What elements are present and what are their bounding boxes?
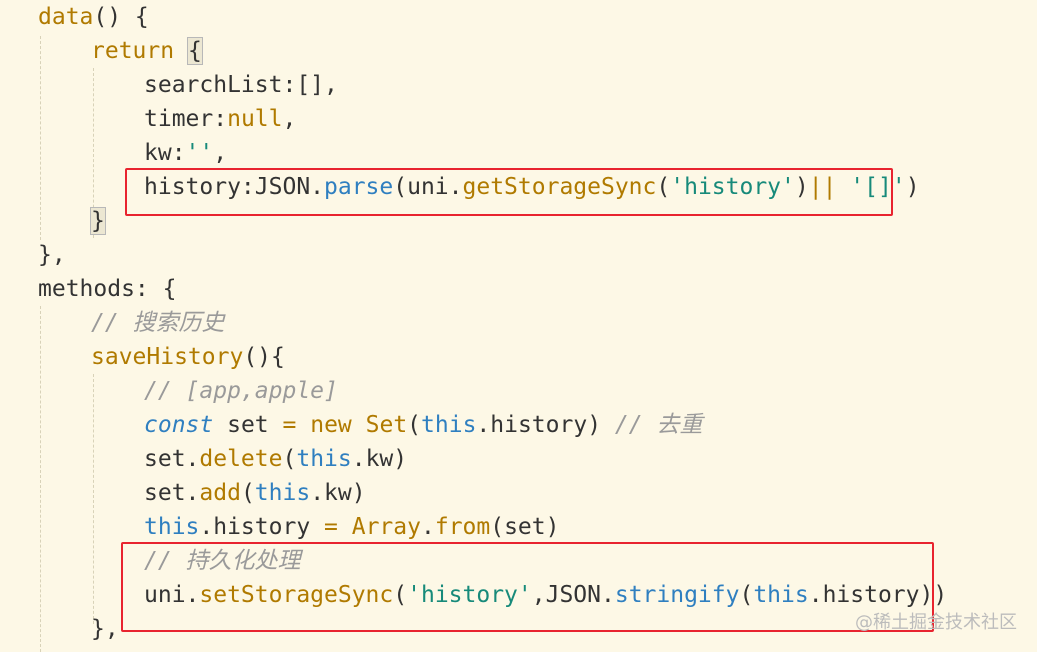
code-line: // [app,apple] <box>144 374 338 408</box>
code-line: set.delete(this.kw) <box>144 442 407 476</box>
code-token: ( <box>656 174 671 200</box>
code-token: { <box>186 37 203 65</box>
code-token: .history)) <box>808 582 948 608</box>
code-token: , <box>213 140 228 166</box>
code-line: kw:'', <box>144 136 227 170</box>
code-token: // [app,apple] <box>144 378 338 404</box>
indent-guide <box>40 36 41 240</box>
code-token: }, <box>38 242 66 268</box>
code-token: .history <box>199 514 325 540</box>
code-line: methods: { <box>38 272 176 306</box>
code-token: this <box>144 514 200 540</box>
code-token: ( <box>282 446 297 472</box>
code-token: .history) <box>476 412 615 438</box>
code-token: methods: { <box>38 276 177 302</box>
code-line: } <box>90 204 106 238</box>
code-line: timer:null, <box>144 102 296 136</box>
code-token: } <box>90 207 106 235</box>
code-token: uni. <box>144 582 200 608</box>
code-token: Array <box>351 514 421 540</box>
code-token: this <box>753 582 809 608</box>
code-line: set.add(this.kw) <box>144 476 366 510</box>
code-line: saveHistory(){ <box>91 340 285 374</box>
code-token: this <box>421 412 477 438</box>
indent-guide <box>93 374 94 624</box>
code-token: }, <box>91 616 119 642</box>
code-token: ( <box>393 582 408 608</box>
code-token: this <box>296 446 352 472</box>
code-token: stringify <box>614 582 740 608</box>
code-token: searchList:[], <box>144 72 338 98</box>
code-token: return <box>91 38 175 64</box>
code-token: '[]' <box>850 174 906 200</box>
code-line: return { <box>91 34 203 68</box>
code-token: ( <box>739 582 754 608</box>
code-token: (set) <box>490 514 560 540</box>
code-line: // 搜索历史 <box>91 306 225 340</box>
code-line: const set = new Set(this.history) // 去重 <box>144 408 702 442</box>
code-token: // 搜索历史 <box>91 310 225 336</box>
code-token: // 去重 <box>614 412 703 438</box>
code-token: timer: <box>144 106 228 132</box>
code-token: this <box>254 480 311 506</box>
code-token: = <box>324 514 338 540</box>
code-token: getStorageSync <box>462 174 657 200</box>
code-token: history:JSON. <box>144 174 325 200</box>
code-token: 'history' <box>670 174 795 200</box>
code-token: set <box>213 412 283 438</box>
code-token: = <box>282 412 297 438</box>
code-line: }, <box>91 612 119 646</box>
code-token: new <box>310 412 352 438</box>
code-line: }, <box>38 238 66 272</box>
code-token: , <box>282 106 297 132</box>
watermark: @稀土掘金技术社区 <box>855 612 1017 633</box>
code-token: . <box>420 514 435 540</box>
code-token: ) <box>905 174 920 200</box>
code-token: setStorageSync <box>199 582 394 608</box>
code-token: data <box>38 4 94 30</box>
code-token: ,JSON. <box>531 582 615 608</box>
code-line: history:JSON.parse(uni.getStorageSync('h… <box>144 170 920 204</box>
code-token: const <box>144 412 214 438</box>
code-token: .kw) <box>351 446 408 472</box>
code-token: from <box>434 514 491 540</box>
code-line: searchList:[], <box>144 68 338 102</box>
code-token: set. <box>144 480 200 506</box>
code-token: null <box>227 106 283 132</box>
code-token: add <box>199 480 241 506</box>
code-token: 'history' <box>407 582 532 608</box>
code-token: () { <box>93 4 149 30</box>
code-line: uni.setStorageSync('history',JSON.string… <box>144 578 947 612</box>
code-token: saveHistory <box>91 344 244 370</box>
code-line: data() { <box>38 0 149 34</box>
code-token: (){ <box>243 344 285 370</box>
code-token: kw: <box>144 140 186 166</box>
code-editor[interactable]: data() {return {searchList:[], timer:null… <box>0 0 1037 652</box>
code-token: .kw) <box>310 480 366 506</box>
code-token: ( <box>407 412 422 438</box>
indent-guide <box>40 306 41 652</box>
code-line: this.history = Array.from(set) <box>144 510 559 544</box>
code-token: set. <box>144 446 200 472</box>
code-line: // 持久化处理 <box>144 544 301 578</box>
code-token: Set <box>365 412 408 438</box>
code-token: ( <box>240 480 255 506</box>
code-token: (uni. <box>393 174 463 200</box>
code-token: // 持久化处理 <box>144 548 301 574</box>
code-token: || <box>808 174 837 200</box>
code-token: delete <box>199 446 283 472</box>
code-token: ) <box>794 174 809 200</box>
code-token: '' <box>185 140 214 166</box>
code-token: parse <box>324 174 394 200</box>
